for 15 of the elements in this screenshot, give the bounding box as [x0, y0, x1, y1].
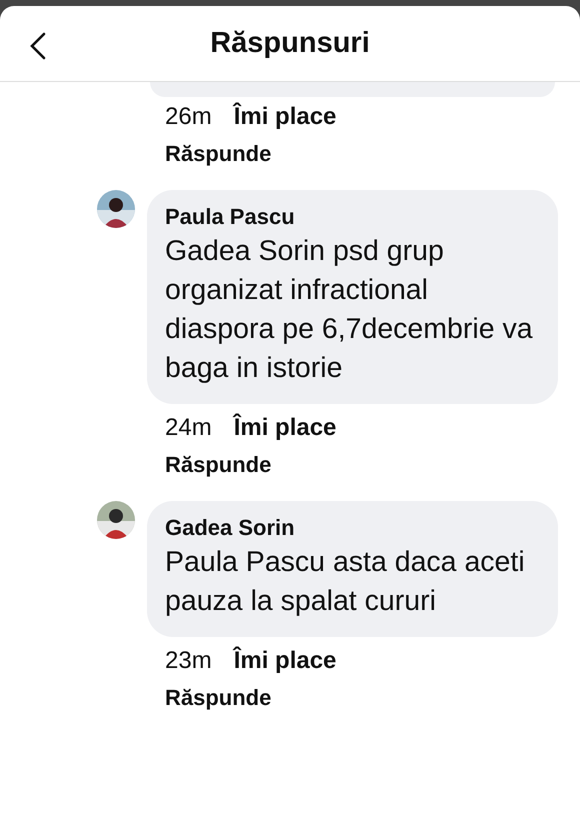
comment-time: 24m: [165, 414, 212, 441]
comment-text: Gadea Sorin psd grup organizat infractional diaspora pe 6,7decembrie va baga in istorie: [165, 234, 534, 386]
comment-author[interactable]: Paula Pascu: [165, 202, 540, 232]
back-icon[interactable]: [28, 32, 48, 60]
like-link[interactable]: Îmi place: [234, 103, 336, 130]
comment-time: 26m: [165, 103, 212, 130]
like-link[interactable]: Îmi place: [234, 414, 336, 441]
comment-text: Paula Pascu asta daca aceti pauza la spalat cururi: [165, 545, 526, 619]
comment-author[interactable]: Gadea Sorin: [165, 513, 540, 543]
page-title: Răspunsuri: [210, 26, 370, 61]
reply-link[interactable]: Răspunde: [165, 685, 272, 710]
comment-time: 23m: [165, 647, 212, 674]
like-link[interactable]: Îmi place: [234, 647, 336, 674]
reply-link[interactable]: Răspunde: [165, 141, 272, 166]
reply-link[interactable]: Răspunde: [165, 452, 272, 477]
